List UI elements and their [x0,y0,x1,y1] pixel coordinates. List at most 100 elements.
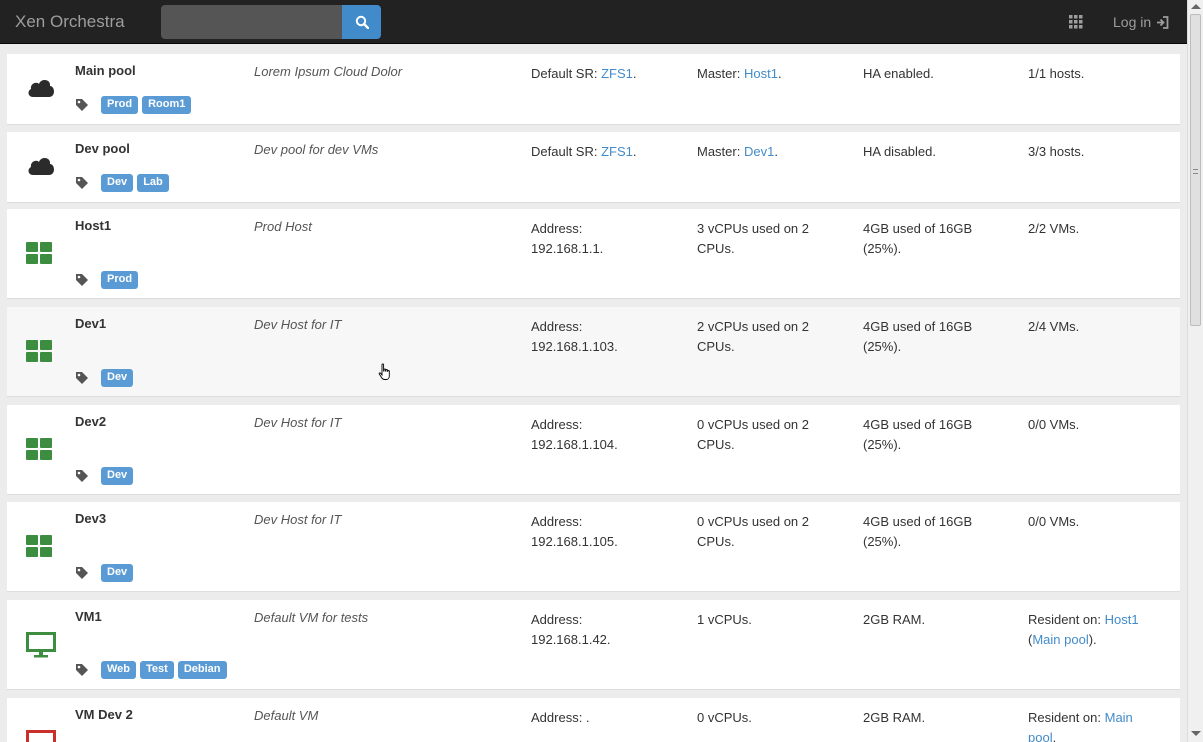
list-item[interactable]: VM Dev 2 Default VM Address: . 0 vCPUs. … [7,698,1180,742]
navbar: Xen Orchestra Log in [0,0,1203,44]
tag[interactable]: Lab [137,174,169,192]
tag-list: Prod Room1 [75,96,192,114]
memory-usage-line1: 4GB used of 16GB [863,221,973,236]
punctuation: . [1052,730,1057,742]
tag[interactable]: Dev [101,174,134,192]
address-label: Address: [531,417,583,432]
list-item[interactable]: Dev3 Dev Host for IT Address: 192.168.1.1… [7,502,1180,592]
hand-cursor-icon [378,363,390,380]
address-value: 192.168.1.105. [531,534,618,549]
cpu-usage-line1: 2 vCPUs used on 2 [697,319,810,334]
tag-list: Dev [75,467,134,485]
vertical-scrollbar[interactable] [1187,0,1203,742]
master-link[interactable]: Host1 [744,66,778,81]
address-value: 192.168.1.1. [531,241,604,256]
vms-count: 2/2 VMs. [1028,221,1080,236]
tag[interactable]: Dev [101,564,134,582]
memory-usage-line2: (25%). [863,437,902,452]
scroll-grip-icon [1193,169,1198,174]
login-label: Log in [1113,14,1152,30]
cpu-usage: 3 vCPUs used on 2 CPUs. [697,219,847,259]
apps-grid-icon[interactable] [1069,15,1083,29]
resident-host-link[interactable]: Host1 [1105,612,1139,627]
search-input[interactable] [161,5,343,39]
login-link[interactable]: Log in [1113,14,1169,30]
resident-on-label: Resident on: [1028,612,1105,627]
resident-pool-link[interactable]: pool [1028,730,1053,742]
item-name[interactable]: Dev2 [75,414,106,429]
vcpus: 1 vCPUs. [697,612,752,627]
resident-pool-link[interactable]: Main [1105,710,1133,725]
item-name[interactable]: Dev1 [75,316,106,331]
item-name[interactable]: Main pool [75,63,136,78]
memory-usage: 4GB used of 16GB (25%). [863,317,1013,357]
tag[interactable]: Dev [101,369,134,387]
master-link[interactable]: Dev1 [744,144,774,159]
search-button[interactable] [342,5,381,39]
item-name[interactable]: VM1 [75,609,102,624]
tag-icon [76,470,88,482]
tag[interactable]: Web [101,661,137,679]
tag[interactable]: Prod [101,271,139,289]
address: Address: 192.168.1.42. [531,610,681,650]
tag-icon [76,274,88,286]
cpu-usage-line1: 0 vCPUs used on 2 [697,417,810,432]
default-sr-label: Default SR: [531,66,602,81]
cpu-usage-line2: CPUs. [697,534,735,549]
memory-usage-line2: (25%). [863,241,902,256]
memory-usage: 4GB used of 16GB (25%). [863,219,1013,259]
tag-list: Dev [75,369,134,387]
item-name[interactable]: Host1 [75,218,111,233]
cpu-usage-line1: 0 vCPUs used on 2 [697,514,810,529]
monitor-icon [26,730,56,742]
tag-icon [76,372,88,384]
scroll-thumb[interactable] [1190,14,1201,326]
list-item[interactable]: VM1 Default VM for tests Address: 192.168… [7,600,1180,690]
brand-title[interactable]: Xen Orchestra [15,12,125,32]
tag[interactable]: Debian [177,661,227,679]
master-label: Master: [697,66,744,81]
hosts-count: 3/3 hosts. [1028,144,1085,159]
ha-status: HA disabled. [863,144,936,159]
punctuation: . [632,144,637,159]
address: Address: 192.168.1.105. [531,512,681,552]
monitor-icon [26,632,56,658]
item-description: Lorem Ipsum Cloud Dolor [254,64,403,79]
memory-usage-line1: 4GB used of 16GB [863,319,973,334]
tag-list: Prod [75,271,139,289]
host-icon [26,242,52,264]
memory-usage: 4GB used of 16GB (25%). [863,512,1013,552]
host-icon [26,438,52,460]
address-label: Address: [531,319,583,334]
list-item[interactable]: Dev1 Dev Host for IT Address: 192.168.1.1… [7,307,1180,397]
item-name[interactable]: Dev3 [75,511,106,526]
item-description: Dev pool for dev VMs [254,142,379,157]
vcpus: 0 vCPUs. [697,710,752,725]
punctuation: . [777,66,782,81]
vms-count: 0/0 VMs. [1028,417,1080,432]
cpu-usage-line1: 3 vCPUs used on 2 [697,221,810,236]
default-sr-link[interactable]: ZFS1 [601,66,633,81]
sign-in-icon [1157,15,1169,29]
list-item[interactable]: Host1 Prod Host Address: 192.168.1.1. 3 v… [7,209,1180,299]
default-sr-link[interactable]: ZFS1 [601,144,633,159]
address: Address: . [531,710,590,725]
scroll-down-arrow-icon[interactable] [1191,731,1201,736]
address-value: 192.168.1.103. [531,339,618,354]
tag[interactable]: Prod [101,96,139,114]
scroll-up-arrow-icon[interactable] [1191,4,1201,9]
item-name[interactable]: Dev pool [75,141,130,156]
resident-on: Resident on: Host1 (Main pool). [1028,610,1168,650]
cloud-icon [28,158,54,175]
tag[interactable]: Dev [101,467,134,485]
list-item[interactable]: Dev2 Dev Host for IT Address: 192.168.1.1… [7,405,1180,495]
resident-pool-link[interactable]: Main pool [1032,632,1088,647]
list-item[interactable]: Dev pool Dev pool for dev VMs Default SR… [7,132,1180,203]
cpu-usage-line2: CPUs. [697,241,735,256]
tag-icon [76,99,88,111]
tag[interactable]: Test [140,661,174,679]
tag[interactable]: Room1 [142,96,192,114]
item-name[interactable]: VM Dev 2 [75,707,133,722]
vms-count: 0/0 VMs. [1028,514,1080,529]
list-item[interactable]: Main pool Lorem Ipsum Cloud Dolor Defaul… [7,54,1180,125]
